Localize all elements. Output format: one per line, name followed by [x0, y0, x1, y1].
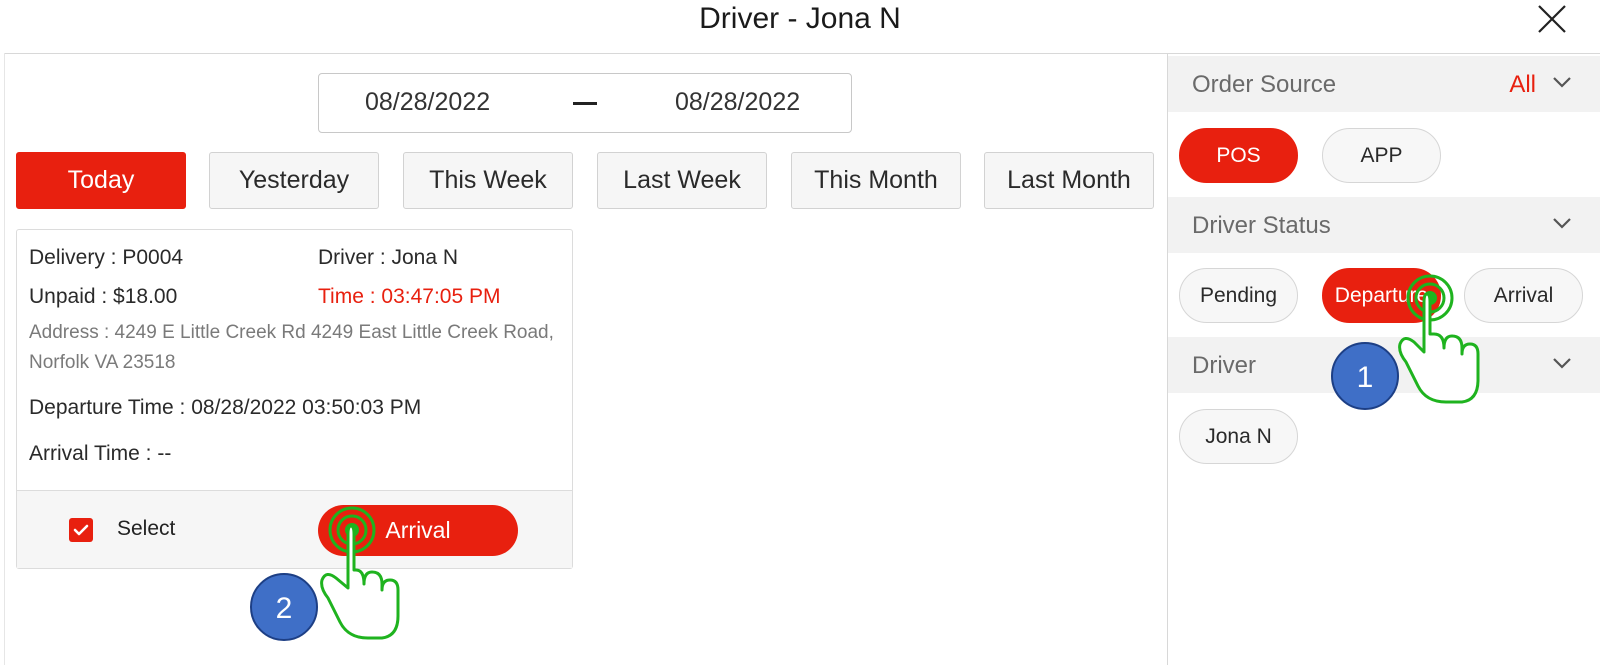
arrival-time: Arrival Time : --	[29, 442, 172, 465]
close-icon[interactable]	[1536, 3, 1568, 35]
driver-status-label: Driver Status	[1192, 212, 1331, 239]
driver-name: Driver : Jona N	[318, 246, 459, 269]
last-week-button[interactable]: Last Week	[597, 152, 767, 209]
chevron-down-icon[interactable]	[1552, 76, 1572, 88]
driver-header[interactable]: Driver	[1168, 337, 1600, 393]
end-date[interactable]: 08/28/2022	[675, 88, 800, 117]
select-label: Select	[117, 517, 176, 540]
header-divider	[4, 53, 1600, 54]
driver-label: Driver	[1192, 352, 1256, 379]
dialog-title: Driver - Jona N	[699, 2, 901, 35]
date-range-dash	[573, 102, 597, 105]
order-source-header[interactable]: Order Source All	[1168, 56, 1600, 112]
start-date[interactable]: 08/28/2022	[365, 88, 490, 117]
unpaid-amount: Unpaid : $18.00	[29, 285, 178, 308]
chevron-down-icon[interactable]	[1552, 357, 1572, 369]
chevron-down-icon[interactable]	[1552, 217, 1572, 229]
step-badge: 2	[250, 573, 318, 641]
departure-chip[interactable]: Departure	[1322, 268, 1441, 323]
order-time: Time : 03:47:05 PM	[318, 285, 501, 308]
this-month-button[interactable]: This Month	[791, 152, 961, 209]
driver-jona-chip[interactable]: Jona N	[1179, 409, 1298, 464]
order-card: Delivery : P0004 Driver : Jona N Unpaid …	[16, 229, 573, 569]
delivery-id: Delivery : P0004	[29, 246, 184, 269]
yesterday-button[interactable]: Yesterday	[209, 152, 379, 209]
date-range-picker[interactable]: 08/28/2022 08/28/2022	[318, 73, 852, 133]
select-checkbox[interactable]	[69, 518, 93, 542]
check-icon	[73, 524, 89, 536]
app-chip[interactable]: APP	[1322, 128, 1441, 183]
departure-time: Departure Time : 08/28/2022 03:50:03 PM	[29, 396, 422, 419]
driver-status-header[interactable]: Driver Status	[1168, 197, 1600, 253]
arrival-chip[interactable]: Arrival	[1464, 268, 1583, 323]
left-border	[4, 53, 5, 665]
arrival-button[interactable]: Arrival	[318, 505, 518, 556]
today-button[interactable]: Today	[16, 152, 186, 209]
delivery-address: Address : 4249 E Little Creek Rd 4249 Ea…	[29, 322, 554, 373]
pos-chip[interactable]: POS	[1179, 128, 1298, 183]
step-badge-number: 2	[276, 592, 293, 625]
this-week-button[interactable]: This Week	[403, 152, 573, 209]
order-source-value: All	[1509, 71, 1536, 98]
order-source-label: Order Source	[1192, 71, 1337, 98]
last-month-button[interactable]: Last Month	[984, 152, 1154, 209]
pending-chip[interactable]: Pending	[1179, 268, 1298, 323]
card-footer: Select Arrival	[17, 490, 572, 568]
